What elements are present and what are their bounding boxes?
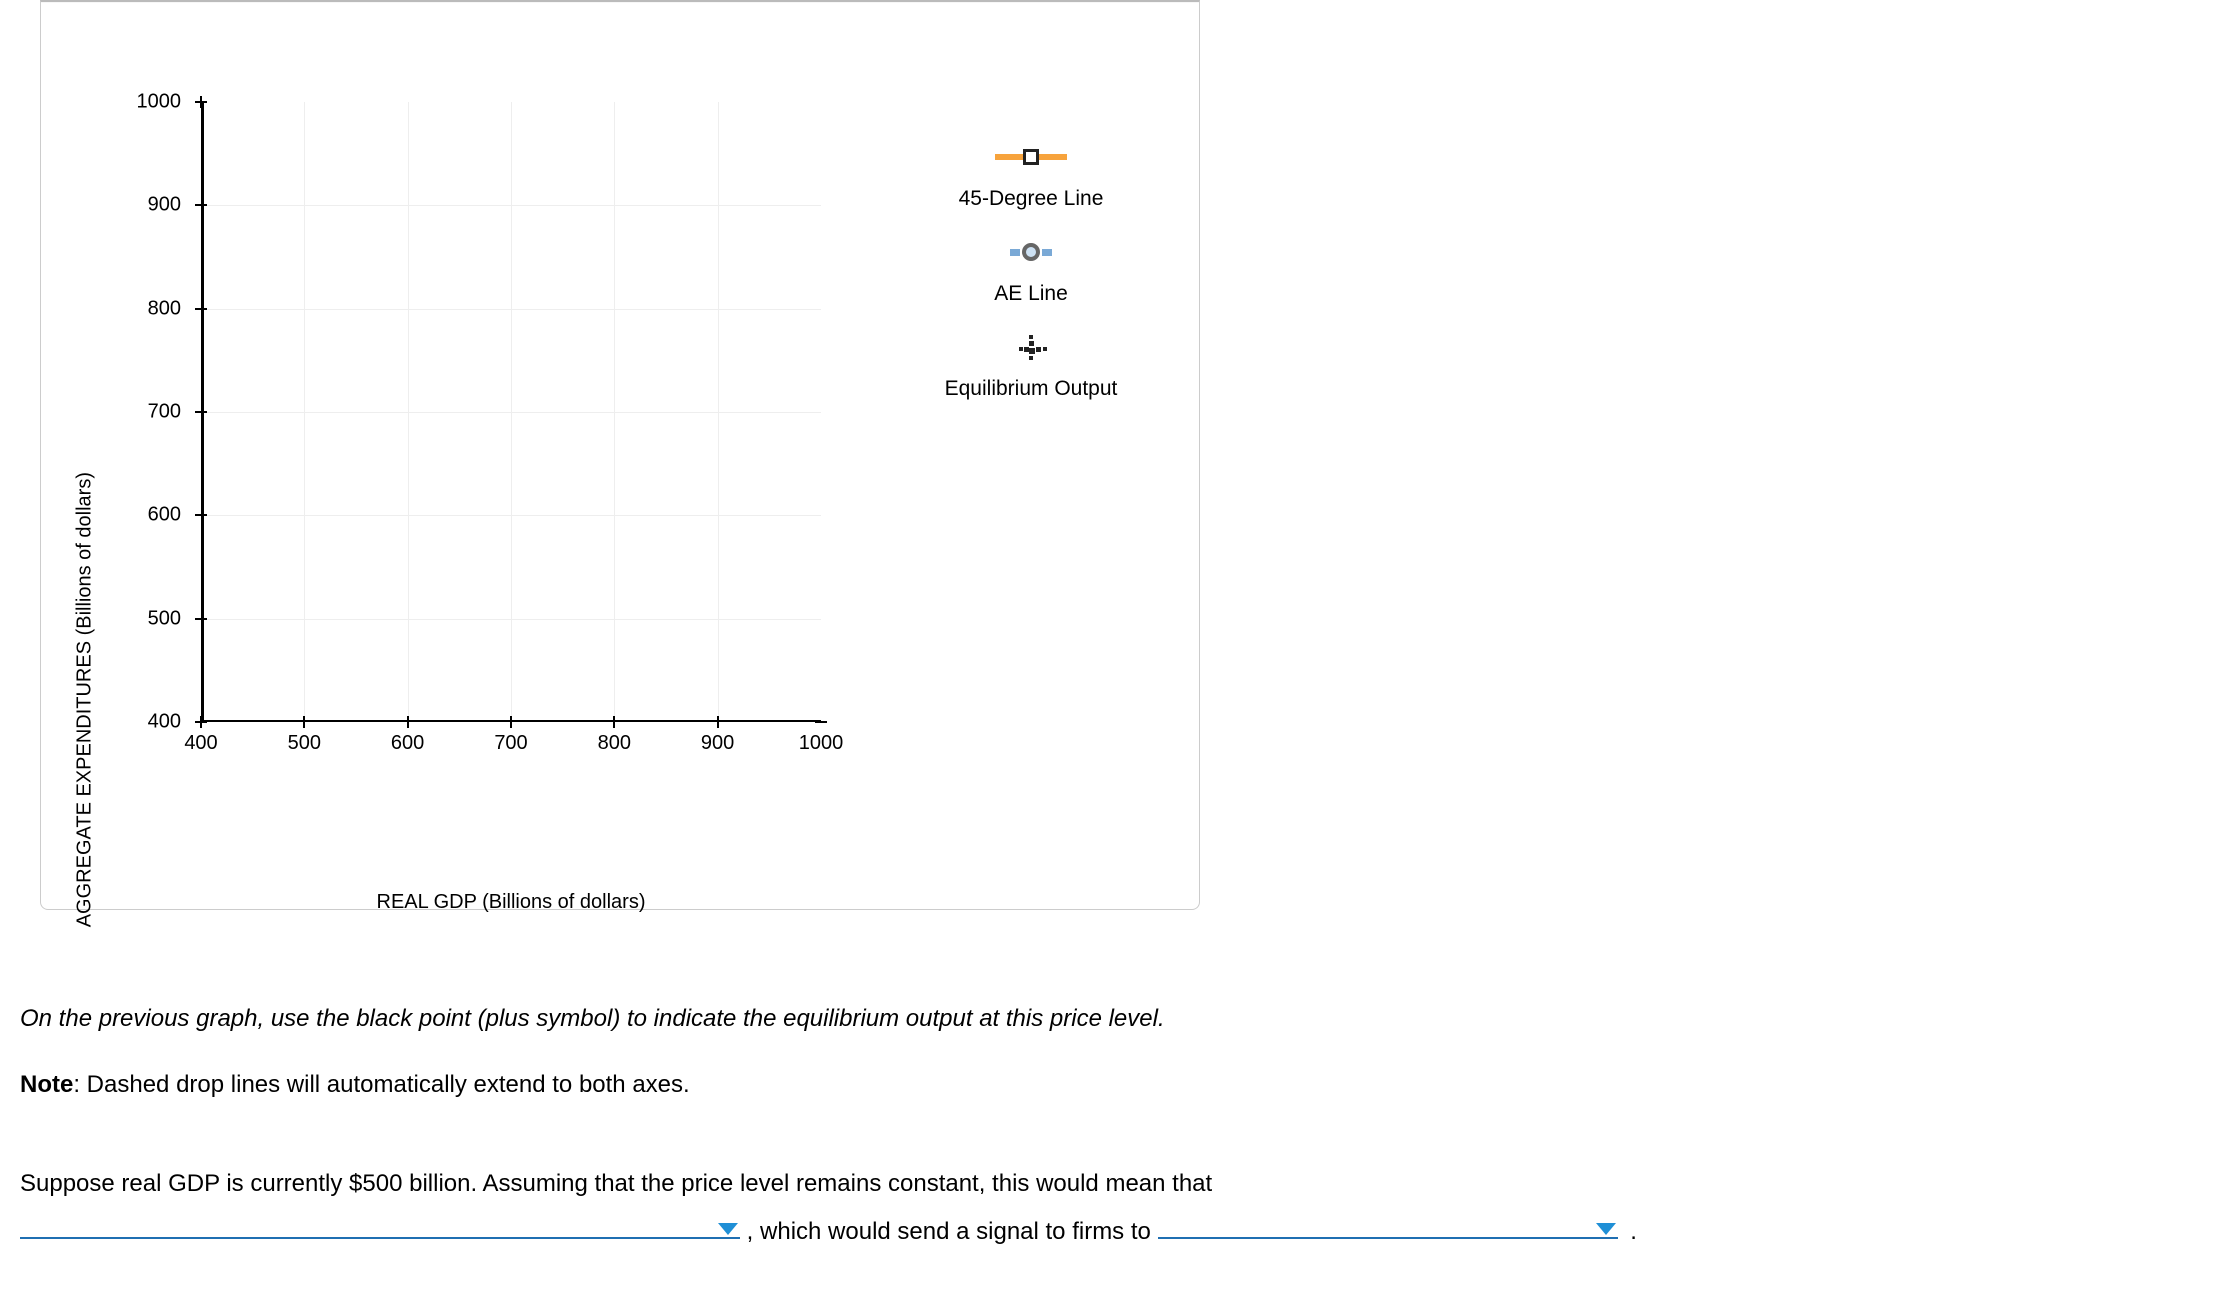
legend-ae-line[interactable]: AE Line bbox=[901, 237, 1161, 306]
sentence-period: . bbox=[1630, 1218, 1637, 1245]
chart-legend: 45-Degree Line AE Line bbox=[901, 142, 1161, 428]
y-tick-label: 500 bbox=[148, 607, 191, 630]
x-tick-label: 700 bbox=[494, 732, 527, 755]
x-tick-label: 600 bbox=[391, 732, 424, 755]
graph-panel: AGGREGATE EXPENDITURES (Billions of doll… bbox=[40, 0, 1200, 910]
note-body: : Dashed drop lines will automatically e… bbox=[73, 1071, 689, 1098]
legend-label: 45-Degree Line bbox=[901, 186, 1161, 211]
x-tick-label: 900 bbox=[701, 732, 734, 755]
x-tick-label: 500 bbox=[288, 732, 321, 755]
y-tick-label: 700 bbox=[148, 401, 191, 424]
chart[interactable]: AGGREGATE EXPENDITURES (Billions of doll… bbox=[91, 102, 921, 842]
note-text: Note: Dashed drop lines will automatical… bbox=[20, 1066, 2180, 1104]
question-text: Suppose real GDP is currently $500 billi… bbox=[20, 1160, 2180, 1256]
note-label: Note bbox=[20, 1071, 73, 1098]
y-axis-label: AGGREGATE EXPENDITURES (Billions of doll… bbox=[74, 472, 97, 927]
question-separator: , which would send a signal to firms to bbox=[747, 1218, 1158, 1245]
chevron-down-icon bbox=[718, 1223, 738, 1235]
chevron-down-icon bbox=[1596, 1223, 1616, 1235]
x-tick-label: 400 bbox=[184, 732, 217, 755]
legend-label: Equilibrium Output bbox=[901, 376, 1161, 401]
x-tick-label: 1000 bbox=[799, 732, 844, 755]
y-tick-label: 1000 bbox=[137, 91, 192, 114]
y-tick-label: 400 bbox=[148, 711, 191, 734]
instruction-text: On the previous graph, use the black poi… bbox=[20, 1000, 2180, 1038]
plus-point-icon bbox=[901, 332, 1161, 362]
dropdown-blank-1[interactable] bbox=[20, 1211, 740, 1239]
legend-45-degree-line[interactable]: 45-Degree Line bbox=[901, 142, 1161, 211]
plot-area[interactable] bbox=[201, 102, 821, 722]
dropdown-blank-2[interactable] bbox=[1158, 1211, 1618, 1239]
x-axis-label: REAL GDP (Billions of dollars) bbox=[377, 891, 646, 914]
question-part-1: Suppose real GDP is currently $500 billi… bbox=[20, 1170, 1212, 1197]
y-tick-label: 800 bbox=[148, 297, 191, 320]
line-square-icon bbox=[901, 142, 1161, 172]
y-tick-label: 600 bbox=[148, 504, 191, 527]
legend-label: AE Line bbox=[901, 281, 1161, 306]
line-circle-icon bbox=[901, 237, 1161, 267]
x-tick-label: 800 bbox=[598, 732, 631, 755]
y-tick-label: 900 bbox=[148, 194, 191, 217]
legend-equilibrium-output[interactable]: Equilibrium Output bbox=[901, 332, 1161, 401]
